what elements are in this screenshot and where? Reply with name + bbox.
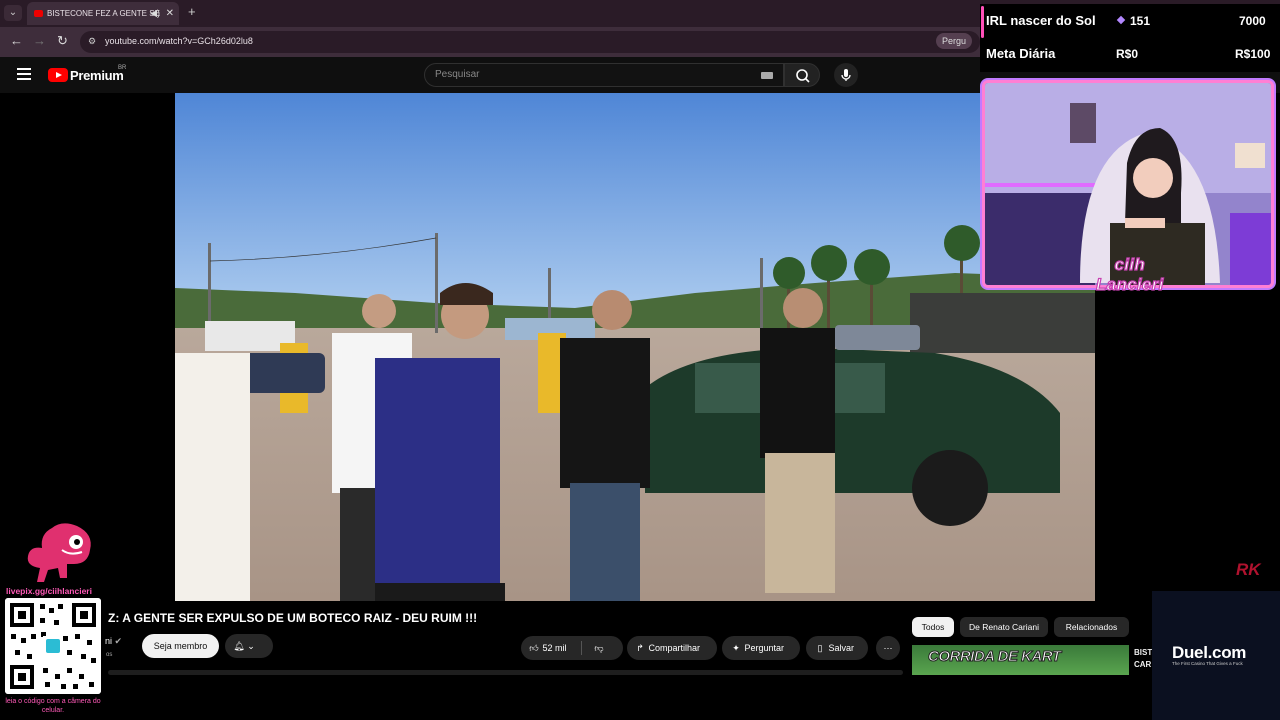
address-bar[interactable]: ⚙ youtube.com/watch?v=GCh26d02lu8 bbox=[80, 31, 980, 53]
subscriber-count: os bbox=[106, 652, 113, 658]
tab-list-button[interactable]: ⌄ bbox=[4, 5, 22, 21]
corner-logo: RK bbox=[1236, 560, 1261, 579]
qr-caption: leia o código com a câmera do celular. bbox=[5, 698, 101, 714]
video-frame-image bbox=[175, 93, 1095, 601]
streamer-name-line1: ciih bbox=[1114, 254, 1146, 274]
like-divider bbox=[581, 641, 582, 655]
chip-related[interactable]: Relacionados bbox=[1054, 617, 1129, 637]
goal-accent-bar bbox=[981, 6, 984, 38]
search-button[interactable] bbox=[784, 63, 820, 87]
sponsor-tagline: The First Casino That Gives a Fuck bbox=[1172, 661, 1243, 666]
new-tab-button[interactable]: + bbox=[188, 4, 196, 19]
video-title-text: A GENTE SER EXPULSO DE UM BOTECO RAIZ - … bbox=[122, 611, 478, 625]
goal-label: IRL nascer do Sol bbox=[986, 13, 1096, 28]
recommended-video-title[interactable]: BIST CAR bbox=[1134, 647, 1152, 671]
pixel-mascot-icon bbox=[27, 523, 91, 582]
search-icon bbox=[796, 69, 810, 83]
like-dislike-group: 👍︎ 52 mil 👎︎ bbox=[521, 636, 623, 660]
stream-goals-panel: IRL nascer do Sol 151 7000 Meta Diária R… bbox=[980, 4, 1280, 72]
close-tab-icon[interactable]: ✕ bbox=[166, 2, 174, 25]
address-text: youtube.com/watch?v=GCh26d02lu8 bbox=[105, 36, 253, 46]
channel-name[interactable]: ni ✔ bbox=[105, 636, 122, 647]
share-label: Compartilhar bbox=[648, 643, 701, 653]
keyboard-icon[interactable] bbox=[761, 72, 773, 79]
chip-label: Todos bbox=[921, 622, 945, 632]
chip-todos[interactable]: Todos bbox=[912, 617, 954, 637]
search-placeholder: Pesquisar bbox=[435, 69, 480, 80]
search-input[interactable]: Pesquisar bbox=[424, 63, 784, 87]
description-box-edge bbox=[108, 670, 903, 675]
sponsor-panel: Duel.com The First Casino That Gives a F… bbox=[1152, 591, 1280, 720]
livepix-url: livepix.gg/ciihlancieri bbox=[6, 586, 92, 596]
verified-icon: ✔ bbox=[114, 636, 123, 646]
side-title-line: BIST bbox=[1134, 648, 1153, 657]
video-title: Z: A GENTE SER EXPULSO DE UM BOTECO RAIZ… bbox=[108, 611, 478, 625]
site-info-icon[interactable]: ⚙ bbox=[88, 36, 100, 48]
save-button[interactable]: ▯ Salvar bbox=[806, 636, 868, 660]
daily-goal-current: R$0 bbox=[1116, 47, 1139, 61]
share-button[interactable]: ↱ Compartilhar bbox=[627, 636, 717, 660]
ask-label: Perguntar bbox=[744, 643, 785, 653]
notification-button[interactable]: 🔔︎ ⌄ bbox=[225, 634, 273, 658]
chip-channel[interactable]: De Renato Cariani bbox=[960, 617, 1048, 637]
voice-search-button[interactable] bbox=[834, 63, 858, 87]
streamer-name-line2: Lancieri bbox=[1095, 274, 1164, 294]
back-icon[interactable]: ← bbox=[10, 33, 23, 48]
chevron-down-icon: ⌄ bbox=[247, 641, 255, 651]
more-icon: ⋯ bbox=[883, 643, 893, 653]
recommended-video-thumbnail[interactable]: CORRIDA DE KART bbox=[912, 645, 1129, 675]
share-icon: ↱ bbox=[636, 643, 644, 653]
brand-region: BR bbox=[118, 65, 127, 71]
like-count[interactable]: 52 mil bbox=[543, 643, 567, 653]
join-button[interactable]: Seja membro bbox=[142, 634, 219, 658]
thumbnail-text: CORRIDA DE KART bbox=[928, 648, 1062, 666]
video-player[interactable] bbox=[175, 93, 1095, 601]
sponsor-title: Duel.com bbox=[1172, 643, 1247, 662]
screen: ⌄ BISTECONE FEZ A GENTE SE ◀) ✕ + ← → ↻ … bbox=[0, 0, 1280, 720]
menu-icon[interactable] bbox=[17, 68, 31, 80]
bookmark-icon: ▯ bbox=[817, 643, 823, 653]
ask-chip-button[interactable]: Pergu bbox=[936, 33, 973, 49]
audio-playing-icon[interactable]: ◀) bbox=[150, 2, 160, 25]
youtube-favicon-icon bbox=[34, 10, 43, 17]
tab-title: BISTECONE FEZ A GENTE SE bbox=[47, 9, 160, 18]
browser-tab-active[interactable]: BISTECONE FEZ A GENTE SE ◀) ✕ bbox=[27, 2, 179, 25]
bell-icon: 🔔︎ bbox=[233, 641, 245, 651]
side-title-line: CAR bbox=[1134, 660, 1152, 669]
video-title-prefix: Z bbox=[108, 611, 116, 625]
brand-label[interactable]: Premium bbox=[70, 68, 124, 83]
sparkle-icon: ✦ bbox=[732, 643, 740, 653]
goal-target: 7000 bbox=[1239, 14, 1266, 28]
goal-count: 151 bbox=[1130, 14, 1151, 28]
ask-button[interactable]: ✦ Perguntar bbox=[722, 636, 800, 660]
join-button-label: Seja membro bbox=[153, 641, 208, 651]
channel-name-text: ni bbox=[105, 636, 113, 646]
streamer-name-overlay: ciih Lancieri bbox=[1095, 254, 1164, 295]
chip-label: De Renato Cariani bbox=[969, 622, 1039, 632]
daily-goal-target: R$100 bbox=[1235, 47, 1271, 61]
like-icon[interactable]: 👍︎ bbox=[528, 636, 540, 660]
youtube-logo-icon[interactable] bbox=[48, 68, 68, 82]
daily-goal-label: Meta Diária bbox=[986, 46, 1056, 61]
microphone-icon bbox=[841, 69, 851, 81]
more-actions-button[interactable]: ⋯ bbox=[876, 636, 900, 660]
dislike-icon[interactable]: 👎︎ bbox=[593, 636, 605, 660]
qr-code bbox=[5, 598, 101, 694]
ask-chip-label: Pergu bbox=[942, 36, 967, 46]
chip-label: Relacionados bbox=[1065, 622, 1118, 632]
save-label: Salvar bbox=[828, 643, 855, 653]
reload-icon[interactable]: ↻ bbox=[57, 33, 68, 49]
forward-icon[interactable]: → bbox=[33, 33, 46, 48]
